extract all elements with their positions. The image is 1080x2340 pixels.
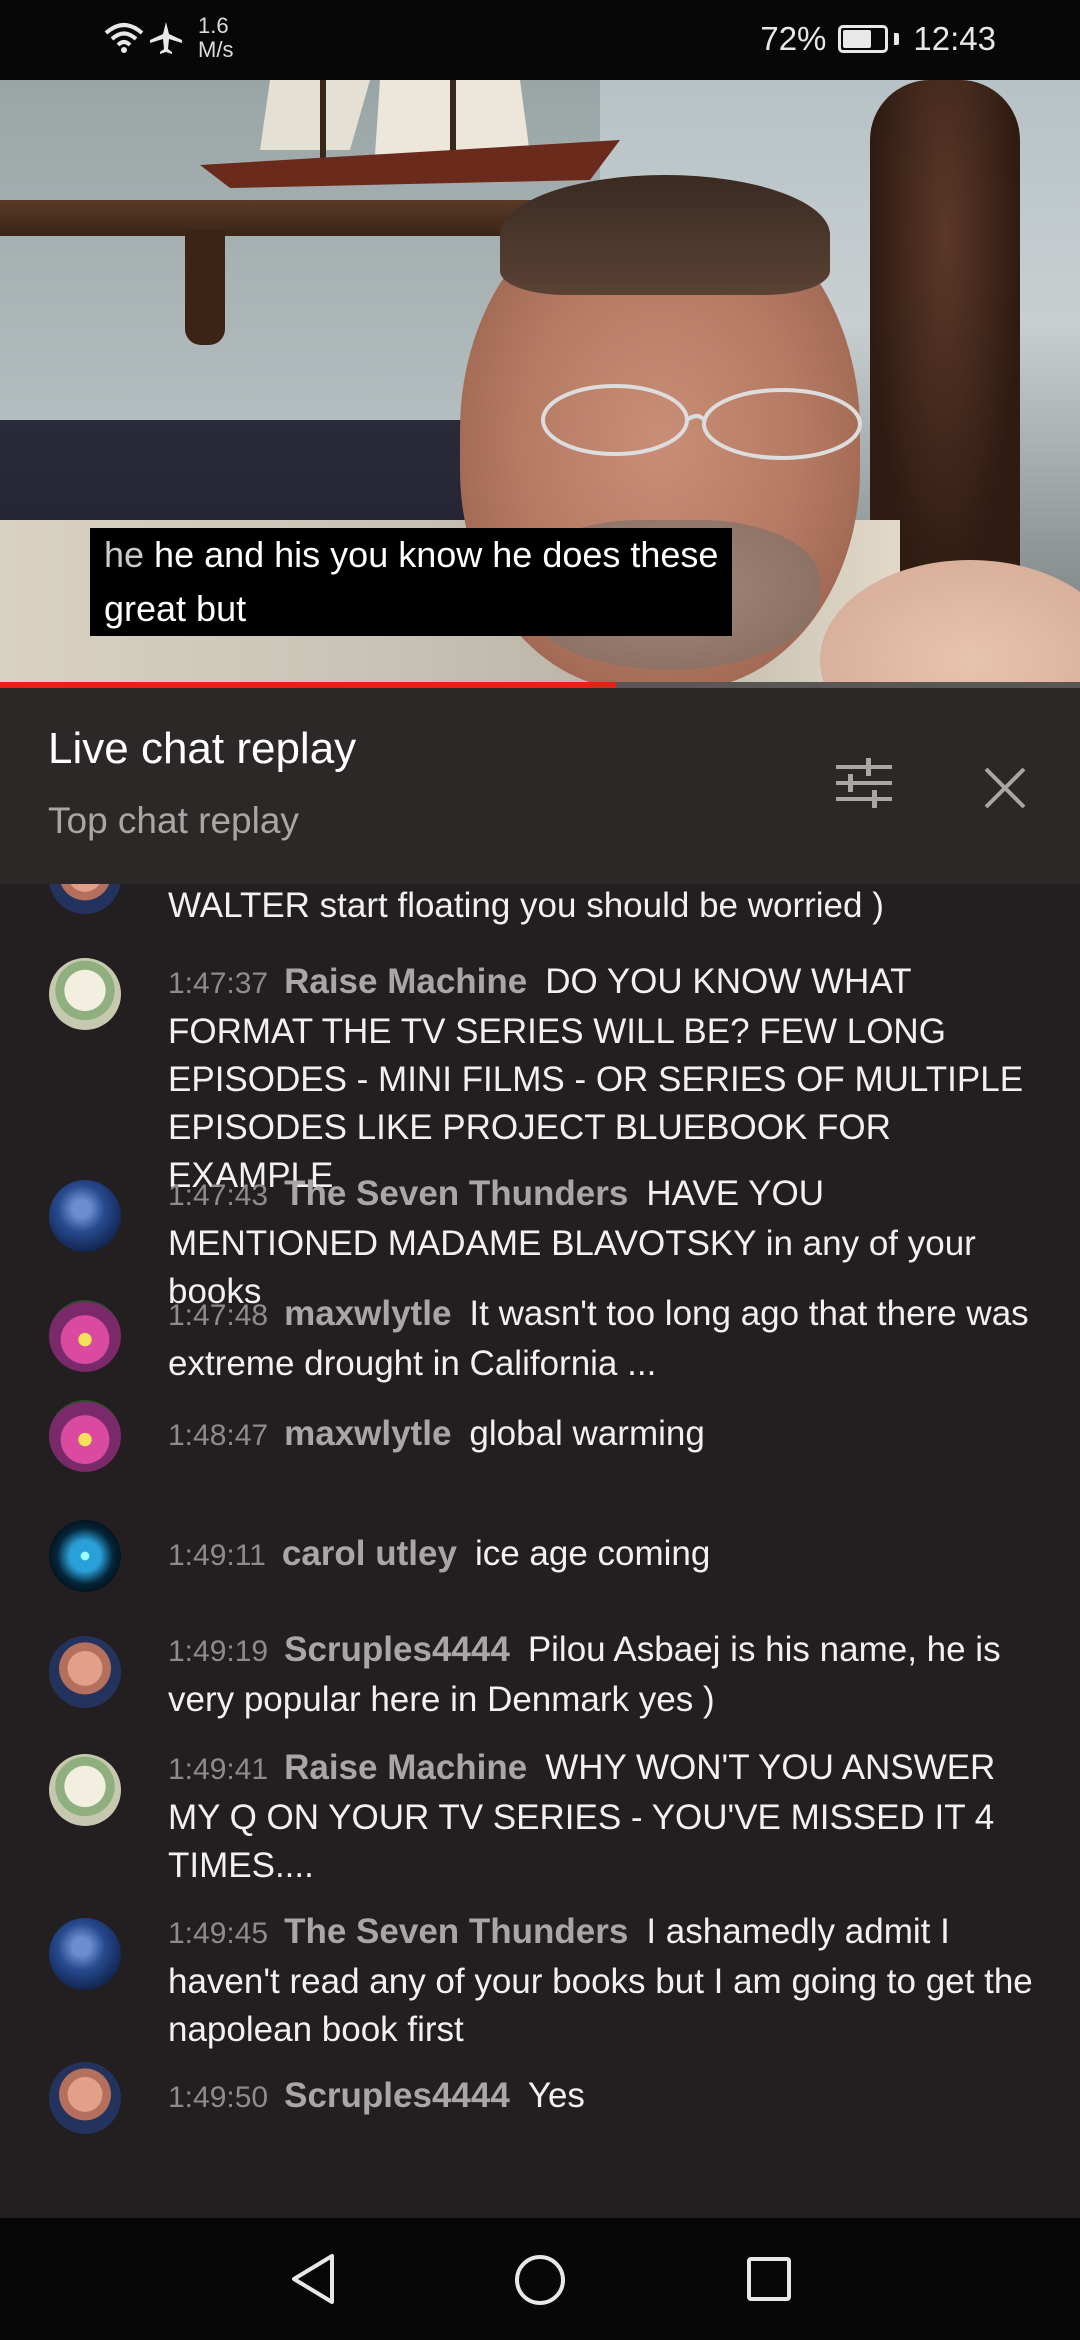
status-bar: 1.6 M/s 72% 12:43	[0, 0, 1080, 80]
avatar[interactable]	[49, 1180, 121, 1252]
author-name[interactable]: Scruples4444	[284, 1630, 510, 1669]
timestamp: 1:49:41	[168, 1753, 269, 1786]
video-player[interactable]: he he and his you know he does these gre…	[0, 80, 1080, 685]
chat-title: Live chat replay	[48, 724, 357, 773]
square-recent-icon[interactable]	[746, 2256, 792, 2302]
timestamp: 1:49:11	[168, 1539, 266, 1572]
message-body: 1:49:11 carol utley ice age coming	[168, 1530, 1038, 1580]
avatar[interactable]	[49, 2062, 121, 2134]
author-name[interactable]: maxwlytle	[284, 1414, 451, 1453]
avatar[interactable]	[49, 1754, 121, 1826]
status-left: 1.6 M/s	[104, 14, 233, 62]
video-scene-hair	[500, 175, 830, 295]
avatar[interactable]	[49, 1400, 121, 1472]
author-name[interactable]: Raise Machine	[284, 1748, 527, 1787]
triangle-back-icon[interactable]	[288, 2252, 338, 2306]
timestamp: 1:49:45	[168, 1917, 269, 1950]
author-name[interactable]: The Seven Thunders	[284, 1174, 628, 1213]
message-text: global warming	[469, 1414, 705, 1453]
message-body: 1:47:37 Raise Machine DO YOU KNOW WHAT FOR…	[168, 958, 1038, 1200]
message-body: 1:48:47 maxwlytle global warming	[168, 1410, 1038, 1460]
close-icon[interactable]	[983, 766, 1027, 810]
message-body: 1:49:19 Scruples4444 Pilou Asbaej is his n…	[168, 1626, 1038, 1724]
timestamp: 1:48:47	[168, 1419, 269, 1452]
video-caption: he he and his you know he does these gre…	[90, 528, 733, 636]
author-name[interactable]: Scruples4444	[284, 2076, 510, 2115]
author-name[interactable]: Raise Machine	[284, 962, 527, 1001]
clock: 12:43	[913, 20, 996, 57]
video-scene-ship	[200, 80, 620, 188]
message-text: Yes	[527, 2076, 585, 2115]
avatar[interactable]	[49, 1636, 121, 1708]
battery-icon	[838, 25, 889, 53]
avatar[interactable]	[49, 1918, 121, 1990]
chat-message-list[interactable]: WALTER start floating you should be worr…	[0, 884, 1080, 2218]
status-right: 72% 12:43	[760, 20, 996, 58]
author-name[interactable]: The Seven Thunders	[284, 1912, 628, 1951]
avatar[interactable]	[49, 958, 121, 1030]
timestamp: 1:49:19	[168, 1635, 269, 1668]
tune-icon[interactable]	[836, 758, 892, 808]
caption-line: great but	[104, 588, 247, 629]
wifi-icon	[104, 23, 144, 53]
timestamp: 1:47:48	[168, 1299, 269, 1332]
circle-home-icon[interactable]	[514, 2254, 566, 2306]
battery-tip	[894, 33, 900, 45]
caption-line: he he and his you know he does these	[104, 534, 719, 575]
avatar[interactable]	[49, 1520, 121, 1592]
message-body: 1:49:41 Raise Machine WHY WON'T YOU ANSWER…	[168, 1744, 1038, 1890]
timestamp: 1:47:43	[168, 1179, 269, 1212]
message-body: 1:47:48 maxwlytle It wasn't too long ago t…	[168, 1290, 1038, 1388]
message-body: 1:49:50 Scruples4444 Yes	[168, 2072, 1038, 2122]
message-text: ice age coming	[474, 1534, 711, 1573]
avatar[interactable]	[49, 884, 121, 914]
avatar[interactable]	[49, 1300, 121, 1372]
author-name[interactable]: maxwlytle	[284, 1294, 451, 1333]
message-body: 1:49:45 The Seven Thunders I ashamedly adm…	[168, 1908, 1038, 2054]
timestamp: 1:47:37	[168, 967, 269, 1000]
chat-mode-dropdown[interactable]: Top chat replay	[48, 800, 299, 842]
timestamp: 1:49:50	[168, 2081, 269, 2114]
system-nav-bar	[0, 2218, 1080, 2340]
video-scene-bracket	[185, 230, 225, 345]
chat-header: Live chat replay Top chat replay	[0, 688, 1080, 884]
battery-percent: 72%	[760, 20, 827, 57]
network-speed: 1.6 M/s	[198, 13, 234, 62]
airplane-icon	[150, 22, 182, 54]
video-scene-glasses	[541, 384, 862, 460]
message-text: WALTER start floating you should be worr…	[168, 886, 884, 925]
author-name[interactable]: carol utley	[282, 1534, 457, 1573]
